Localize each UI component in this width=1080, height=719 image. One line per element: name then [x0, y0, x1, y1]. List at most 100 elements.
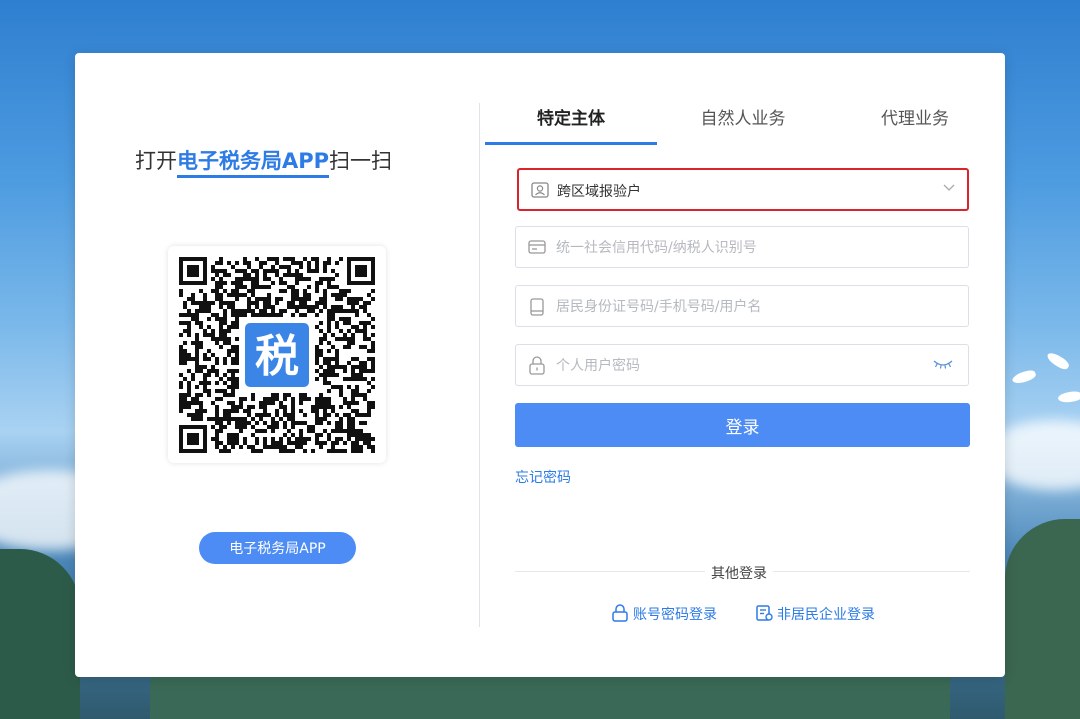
qr-module: [347, 385, 351, 389]
qr-module: [327, 381, 331, 385]
qr-module: [275, 413, 279, 417]
qr-module: [359, 329, 363, 333]
qr-module: [303, 393, 307, 397]
login-button[interactable]: 登录: [515, 403, 970, 447]
qr-module: [275, 441, 279, 445]
qr-module: [367, 349, 371, 353]
qr-module: [215, 441, 219, 445]
qr-module: [295, 273, 299, 277]
qr-module: [271, 309, 275, 313]
tab-agent-business[interactable]: 代理业务: [829, 103, 1001, 145]
qr-module: [203, 381, 207, 385]
qr-module: [299, 441, 303, 445]
qr-module: [359, 429, 363, 433]
qr-module: [287, 273, 291, 277]
qr-module: [223, 361, 227, 365]
qr-module: [223, 313, 227, 317]
qr-module: [351, 369, 355, 373]
qr-module: [275, 273, 279, 277]
password-field: [515, 344, 969, 387]
qr-module: [235, 433, 239, 437]
qr-module: [279, 417, 283, 421]
qr-module: [299, 305, 303, 309]
qr-module: [275, 445, 279, 449]
qr-module: [267, 313, 271, 317]
qr-module: [351, 449, 355, 453]
id-number-input[interactable]: [554, 286, 918, 328]
qr-module: [311, 409, 315, 413]
credit-code-input[interactable]: [554, 227, 918, 269]
qr-module: [219, 261, 223, 265]
qr-module: [307, 397, 311, 401]
qr-module: [215, 273, 219, 277]
qr-module: [231, 265, 235, 269]
qr-module: [195, 349, 199, 353]
non-resident-login-link[interactable]: 非居民企业登录: [755, 604, 875, 624]
tab-natural-person[interactable]: 自然人业务: [657, 103, 829, 145]
lock-icon: [529, 356, 545, 375]
qr-module: [367, 445, 371, 449]
qr-module: [355, 377, 359, 381]
qr-module: [271, 269, 275, 273]
qr-module: [263, 445, 267, 449]
qr-module: [259, 401, 263, 405]
qr-module: [235, 317, 239, 321]
qr-module: [283, 281, 287, 285]
qr-module: [355, 409, 359, 413]
qr-module: [307, 269, 311, 273]
qr-module: [355, 373, 359, 377]
qr-module: [351, 389, 355, 393]
qr-module: [243, 285, 247, 289]
qr-module: [231, 305, 235, 309]
qr-module: [295, 437, 299, 441]
qr-module: [287, 301, 291, 305]
qr-module: [299, 445, 303, 449]
qr-module: [355, 433, 359, 437]
qr-module: [295, 441, 299, 445]
account-password-login-link[interactable]: 账号密码登录: [611, 604, 717, 624]
qr-module: [251, 397, 255, 401]
qr-module: [327, 365, 331, 369]
qr-module: [235, 309, 239, 313]
qr-module: [263, 397, 267, 401]
tab-specific-entity[interactable]: 特定主体: [485, 103, 657, 145]
qr-module: [179, 333, 183, 337]
qr-module: [223, 393, 227, 397]
qr-module: [227, 261, 231, 265]
qr-module: [279, 281, 283, 285]
qr-module: [199, 341, 203, 345]
qr-module: [287, 437, 291, 441]
qr-module: [199, 417, 203, 421]
qr-module: [355, 413, 359, 417]
qr-module: [291, 293, 295, 297]
qr-module: [183, 313, 187, 317]
qr-module: [227, 337, 231, 341]
taxpayer-type-select[interactable]: 跨区域报验户: [517, 168, 969, 211]
qr-module: [331, 441, 335, 445]
qr-module: [359, 365, 363, 369]
download-app-button[interactable]: 电子税务局APP: [199, 532, 356, 564]
qr-module: [243, 293, 247, 297]
qr-module: [315, 261, 319, 265]
qr-module: [223, 445, 227, 449]
qr-module: [283, 257, 287, 261]
qr-module: [259, 429, 263, 433]
qr-module: [215, 289, 219, 293]
eye-closed-icon[interactable]: [932, 358, 954, 370]
qr-module: [279, 437, 283, 441]
qr-module: [215, 369, 219, 373]
qr-module: [367, 301, 371, 305]
qr-code: 税: [168, 246, 386, 463]
qr-module: [327, 449, 331, 453]
qr-module: [195, 333, 199, 337]
qr-module: [291, 301, 295, 305]
qr-module: [339, 393, 343, 397]
qr-module: [299, 433, 303, 437]
qr-module: [371, 349, 375, 353]
qr-module: [243, 309, 247, 313]
qr-module: [187, 389, 191, 393]
password-input[interactable]: [554, 345, 918, 387]
qr-module: [223, 413, 227, 417]
qr-module: [359, 449, 363, 453]
forgot-password-link[interactable]: 忘记密码: [515, 467, 571, 487]
